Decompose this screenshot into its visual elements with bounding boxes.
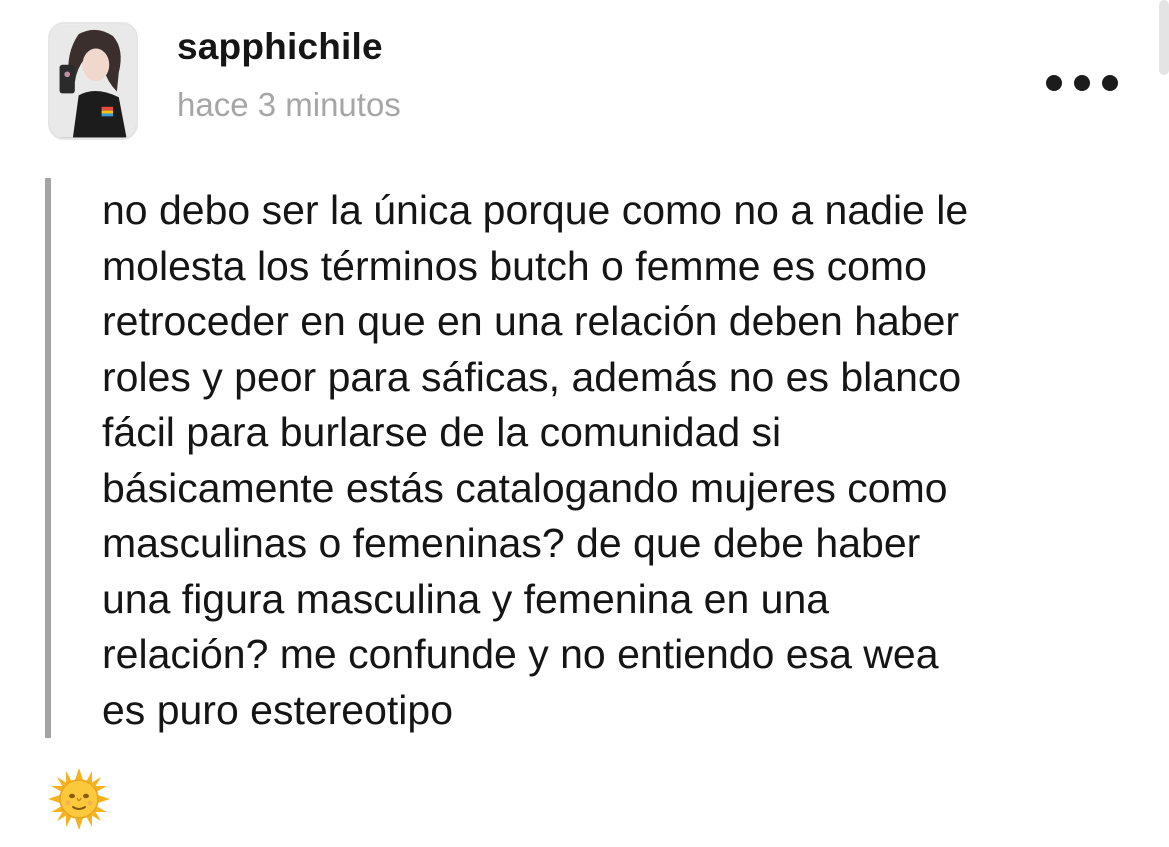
post-body: no debo ser la única porque como no a na… bbox=[102, 183, 1147, 738]
post-body-line: retroceder en que en una relación deben … bbox=[102, 298, 960, 344]
scrollbar[interactable] bbox=[1159, 0, 1169, 75]
post-body-line: fácil para burlarse de la comunidad si bbox=[102, 409, 782, 455]
post-body-line: es puro estereotipo bbox=[102, 686, 454, 733]
more-options-button[interactable] bbox=[1046, 70, 1118, 96]
post-body-line: roles y peor para sáficas, además no es … bbox=[102, 353, 962, 400]
more-horizontal-icon bbox=[1046, 75, 1062, 91]
post-body-line: una figura masculina y femenina en una bbox=[102, 575, 830, 622]
post-body-line: básicamente estás catalogando mujeres co… bbox=[102, 464, 948, 511]
quote-bar bbox=[45, 178, 51, 738]
more-dot bbox=[1102, 75, 1118, 91]
post-body-line: masculinas o femeninas? de que debe habe… bbox=[102, 520, 921, 566]
post-body-line: relación? me confunde y no entiendo esa … bbox=[102, 631, 939, 677]
post-body-line: no debo ser la única porque como no a na… bbox=[102, 187, 969, 233]
username[interactable]: sapphichile bbox=[177, 26, 383, 68]
post-timestamp: hace 3 minutos bbox=[177, 86, 401, 123]
avatar-photo bbox=[50, 24, 136, 138]
more-dot bbox=[1074, 75, 1090, 91]
avatar[interactable] bbox=[48, 22, 138, 140]
post-body-line: molesta los términos butch o femme es co… bbox=[102, 242, 927, 289]
sun-with-face-icon[interactable] bbox=[48, 768, 110, 830]
